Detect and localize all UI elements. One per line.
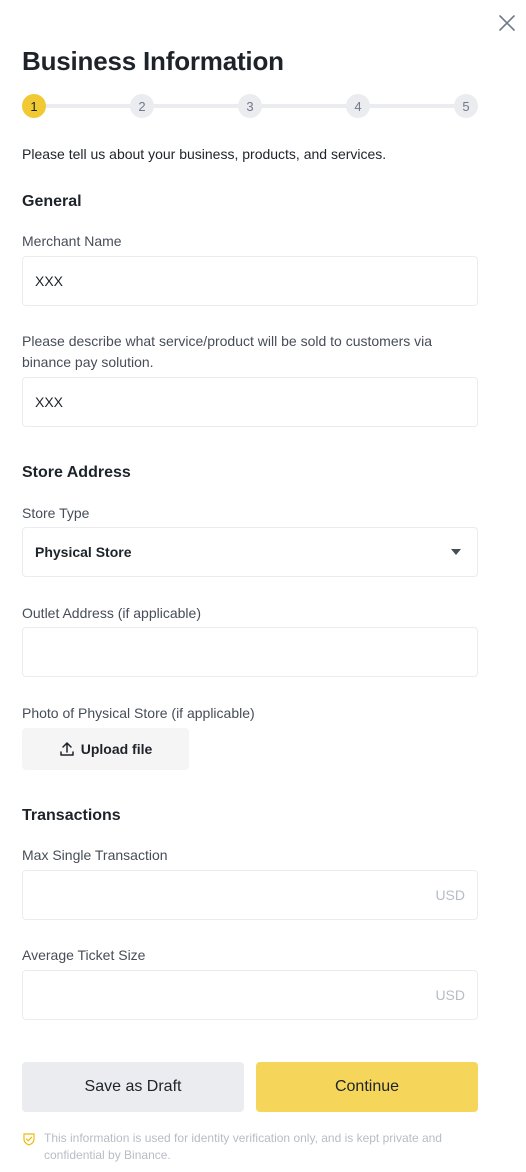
step-5: 5 bbox=[454, 94, 478, 118]
description-value: XXX bbox=[35, 394, 64, 410]
max-single-transaction-label: Max Single Transaction bbox=[22, 847, 168, 863]
average-ticket-size-label: Average Ticket Size bbox=[22, 947, 146, 963]
privacy-note-text: This information is used for identity ve… bbox=[44, 1131, 442, 1162]
section-transactions-title: Transactions bbox=[22, 807, 121, 824]
merchant-name-value: XXX bbox=[35, 273, 64, 289]
outlet-address-label: Outlet Address (if applicable) bbox=[22, 605, 201, 621]
store-type-value: Physical Store bbox=[35, 544, 132, 560]
progress-stepper: 1 2 3 4 5 bbox=[22, 94, 478, 118]
intro-text: Please tell us about your business, prod… bbox=[22, 146, 387, 162]
currency-suffix: USD bbox=[435, 987, 465, 1003]
step-3: 3 bbox=[238, 94, 262, 118]
upload-icon bbox=[59, 742, 74, 756]
store-type-label: Store Type bbox=[22, 505, 90, 521]
description-input[interactable]: XXX bbox=[22, 377, 478, 427]
merchant-name-label: Merchant Name bbox=[22, 233, 122, 249]
photo-label: Photo of Physical Store (if applicable) bbox=[22, 705, 255, 721]
currency-suffix: USD bbox=[435, 887, 465, 903]
step-1: 1 bbox=[22, 94, 46, 118]
page-title: Business Information bbox=[22, 46, 284, 76]
merchant-name-input[interactable]: XXX bbox=[22, 256, 478, 306]
shield-check-icon bbox=[23, 1133, 35, 1146]
save-as-draft-button[interactable]: Save as Draft bbox=[22, 1062, 244, 1112]
max-single-transaction-input[interactable]: USD bbox=[22, 870, 478, 920]
average-ticket-size-input[interactable]: USD bbox=[22, 970, 478, 1020]
step-4: 4 bbox=[346, 94, 370, 118]
upload-file-button[interactable]: Upload file bbox=[22, 728, 189, 770]
section-store-address-title: Store Address bbox=[22, 464, 131, 481]
outlet-address-input[interactable] bbox=[22, 627, 478, 677]
close-button[interactable] bbox=[496, 12, 518, 34]
privacy-note: This information is used for identity ve… bbox=[22, 1130, 478, 1164]
description-label: Please describe what service/product wil… bbox=[22, 333, 433, 370]
upload-file-label: Upload file bbox=[80, 741, 153, 757]
continue-button[interactable]: Continue bbox=[256, 1062, 478, 1112]
caret-down-icon bbox=[451, 549, 461, 555]
section-general-title: General bbox=[22, 193, 82, 210]
store-type-select[interactable]: Physical Store bbox=[22, 527, 478, 577]
step-2: 2 bbox=[130, 94, 154, 118]
close-icon bbox=[499, 15, 515, 31]
